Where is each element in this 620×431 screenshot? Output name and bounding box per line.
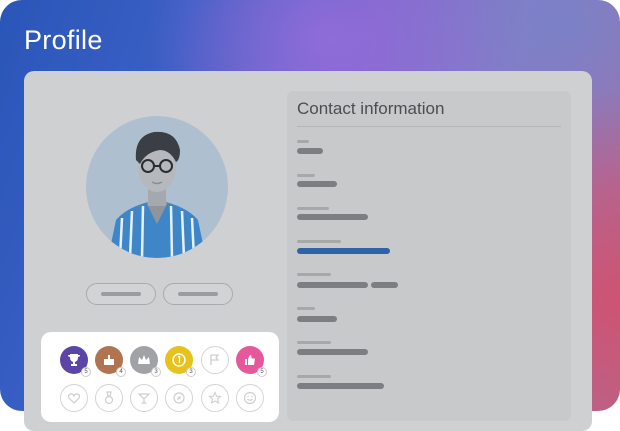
star-badge[interactable] <box>201 384 229 412</box>
badge-count: 4 <box>116 367 126 377</box>
field-value <box>297 148 323 154</box>
field-label <box>297 207 329 210</box>
trophy-badge[interactable]: 5 <box>60 346 91 377</box>
email-link[interactable] <box>297 248 390 254</box>
badge-count: 3 <box>151 367 161 377</box>
badge-count: 3 <box>186 367 196 377</box>
heart-badge[interactable] <box>60 384 88 412</box>
cocktail-badge[interactable] <box>130 384 158 412</box>
flag-icon <box>210 354 220 365</box>
field-value <box>297 349 368 355</box>
cake-badge[interactable]: 4 <box>95 346 126 377</box>
trophy-icon <box>68 354 80 366</box>
field-label <box>297 140 309 143</box>
badge-count: 5 <box>81 367 91 377</box>
coin-badge[interactable]: 3 <box>165 346 196 377</box>
page-title: Profile <box>24 25 103 55</box>
field-label <box>297 307 315 310</box>
field-value <box>297 214 368 220</box>
flag-badge[interactable] <box>201 346 229 374</box>
button-label-placeholder <box>101 292 141 296</box>
field-value <box>371 282 398 288</box>
star-icon <box>208 391 222 405</box>
button-label-placeholder <box>178 292 218 296</box>
user-avatar-icon <box>108 131 206 258</box>
field-label <box>297 273 331 276</box>
field-value <box>297 383 384 389</box>
profile-action-button-1[interactable] <box>86 283 156 305</box>
cake-icon <box>104 355 114 365</box>
smiley-badge[interactable] <box>236 384 264 412</box>
field-label <box>297 240 341 243</box>
field-value <box>297 316 337 322</box>
smiley-icon <box>243 391 257 405</box>
field-label <box>297 375 331 378</box>
coin-icon <box>172 353 186 367</box>
medal-badge[interactable] <box>95 384 123 412</box>
contact-information-title: Contact information <box>297 99 445 118</box>
contact-information-panel <box>287 91 571 421</box>
profile-action-button-2[interactable] <box>163 283 233 305</box>
field-value <box>297 282 368 288</box>
avatar[interactable] <box>86 116 228 258</box>
heart-icon <box>67 393 81 404</box>
thumbs-up-icon <box>245 355 255 365</box>
compass-badge[interactable] <box>165 384 193 412</box>
field-label <box>297 174 315 177</box>
cocktail-icon <box>137 393 151 404</box>
thumbs-up-badge[interactable]: 5 <box>236 346 267 377</box>
compass-icon <box>173 392 185 404</box>
field-label <box>297 341 331 344</box>
field-value <box>297 181 337 187</box>
crown-icon <box>138 355 150 364</box>
badge-count: 5 <box>257 367 267 377</box>
medal-icon <box>104 391 114 405</box>
divider <box>297 126 561 127</box>
crown-badge[interactable]: 3 <box>130 346 161 377</box>
badges-panel: 5 4 3 3 5 <box>41 332 279 422</box>
